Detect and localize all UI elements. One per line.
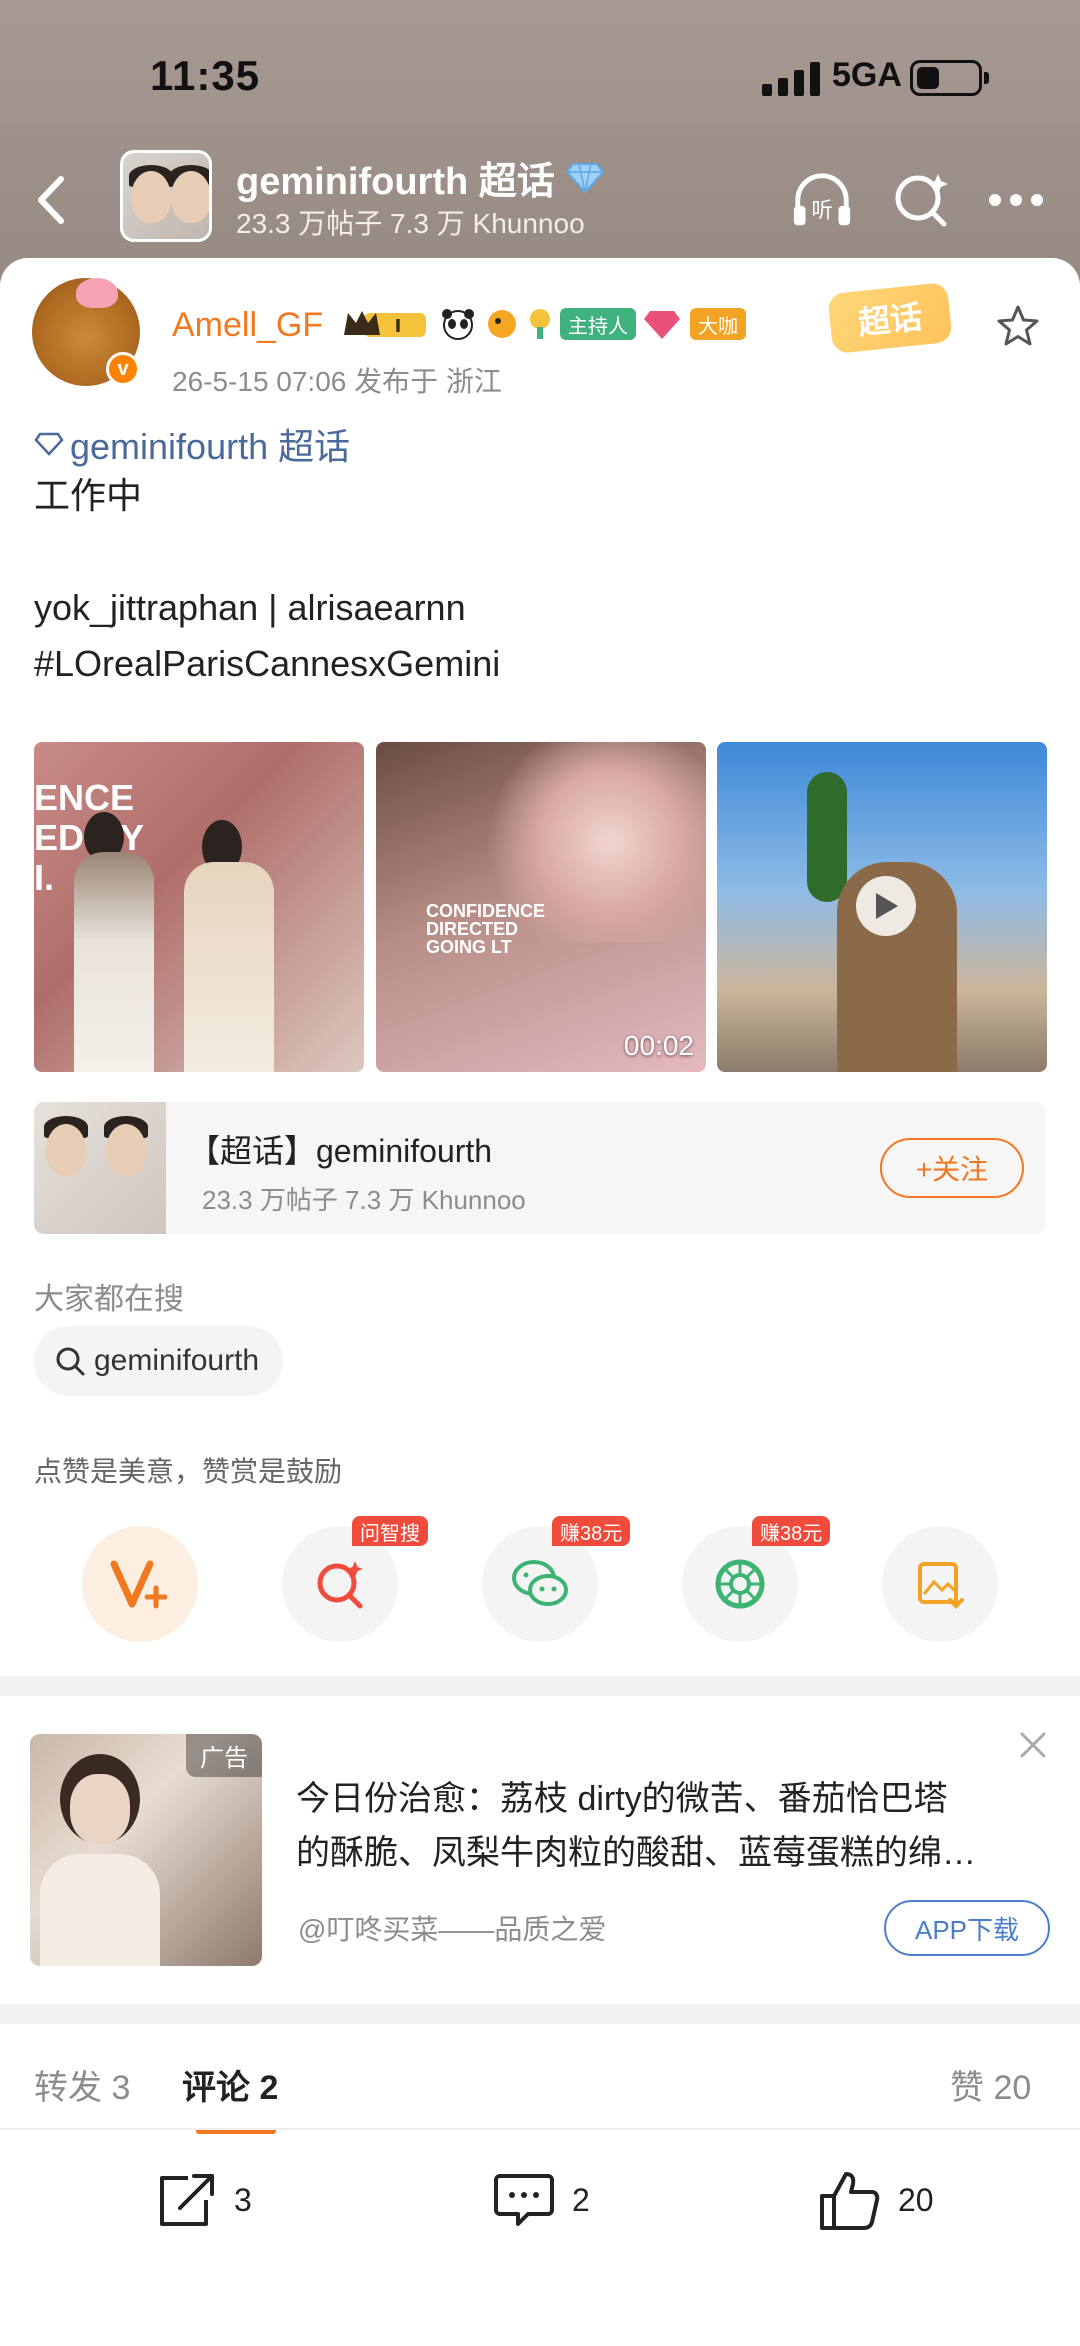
- gem-level-icon: 12: [644, 311, 682, 340]
- save-image-icon: [918, 1562, 964, 1609]
- user-avatar[interactable]: v: [32, 278, 140, 386]
- like-count: 20: [898, 2181, 934, 2218]
- play-button[interactable]: [856, 876, 916, 936]
- fish-icon: [488, 310, 516, 338]
- moments-icon: [715, 1559, 765, 1609]
- status-time: 11:35: [150, 52, 261, 99]
- ai-search-tag: 问智搜: [352, 1516, 428, 1546]
- user-badges: I 主持人 12 大咖: [340, 304, 746, 344]
- search-icon: [56, 1347, 85, 1376]
- topic-card[interactable]: 【超话】geminifourth 23.3 万帖子 7.3 万 Khunnoo …: [34, 1102, 1046, 1234]
- repost-count: 3: [234, 2181, 252, 2218]
- panda-icon: [442, 309, 474, 340]
- wechat-icon: [512, 1560, 568, 1606]
- star-icon: [997, 305, 1039, 346]
- share-action-row: 问智搜 赚38元 赚38元: [0, 1516, 1080, 1646]
- battery-icon: [910, 60, 989, 96]
- topic-title-text: geminifourth 超话: [236, 161, 555, 203]
- host-icon: [530, 309, 550, 339]
- status-bar: 11:35 5GA: [0, 40, 1080, 120]
- ad-label: 广告: [186, 1734, 262, 1777]
- topic-avatar[interactable]: [120, 150, 212, 242]
- moments-reward-tag: 赚38元: [752, 1516, 831, 1546]
- app-download-button[interactable]: APP下载: [884, 1900, 1050, 1956]
- section-divider-2: [0, 2004, 1080, 2024]
- tabs-border: [0, 2128, 1080, 2130]
- follow-button[interactable]: +关注: [880, 1138, 1024, 1198]
- bottom-action-bar: 3 2 20: [0, 2140, 1080, 2260]
- topic-title[interactable]: geminifourth 超话: [236, 150, 605, 205]
- smart-search-button[interactable]: [890, 168, 954, 232]
- back-button[interactable]: [20, 165, 80, 235]
- comment-icon: [494, 2174, 554, 2226]
- reward-button[interactable]: [82, 1526, 198, 1642]
- save-image-button[interactable]: [882, 1526, 998, 1642]
- ad-text-line-1: 今日份治愈：荔枝 dirty的微苦、番茄恰巴塔: [296, 1780, 948, 1818]
- interaction-tabs: 转发 3 评论 2 赞 20: [0, 2024, 1080, 2134]
- listen-button[interactable]: 听: [790, 168, 854, 232]
- play-icon: [876, 893, 898, 919]
- reward-hint: 点赞是美意，赞赏是鼓励: [34, 1456, 343, 1487]
- like-button[interactable]: 20: [818, 2160, 934, 2240]
- more-button[interactable]: [984, 168, 1048, 232]
- favorite-button[interactable]: [996, 304, 1046, 354]
- tab-like[interactable]: 赞 20: [950, 2060, 1031, 2109]
- section-divider: [0, 1676, 1080, 1696]
- post-meta: 26-5-15 07:06 发布于 浙江: [172, 366, 502, 397]
- pig-decoration: [76, 278, 118, 308]
- topic-link[interactable]: geminifourth 超话: [34, 418, 350, 470]
- ad-close-button[interactable]: [1018, 1730, 1054, 1766]
- crown-level-icon: I: [344, 311, 426, 337]
- search-chip-text: geminifourth: [94, 1344, 260, 1377]
- ad-thumbnail[interactable]: 广告: [30, 1734, 262, 1966]
- moments-share-button[interactable]: 赚38元: [682, 1516, 831, 1642]
- thumbs-up-icon: [820, 2172, 880, 2230]
- media-2-overlay: CONFIDENCE DIRECTED GOING LT: [426, 901, 546, 957]
- topic-card-stats: 23.3 万帖子 7.3 万 Khunnoo: [202, 1185, 526, 1215]
- host-badge: 主持人: [560, 308, 636, 340]
- ad-text-line-2: 的酥脆、凤梨牛肉粒的酸甜、蓝莓蛋糕的绵…: [296, 1834, 976, 1872]
- headphones-icon: 听: [793, 173, 851, 226]
- comment-button[interactable]: 2: [492, 2160, 590, 2240]
- topic-stats: 23.3 万帖子 7.3 万 Khunnoo: [236, 208, 585, 239]
- diamond-outline-icon: [34, 432, 64, 456]
- tab-repost[interactable]: 转发 3: [34, 2060, 130, 2109]
- svg-text:听: 听: [811, 198, 832, 223]
- topic-link-text: geminifourth 超话: [70, 426, 351, 467]
- signal-icon: [762, 62, 820, 96]
- svg-text:12: 12: [670, 326, 682, 340]
- wechat-share-button[interactable]: 赚38元: [482, 1516, 631, 1642]
- back-arrow-icon: [38, 176, 64, 224]
- topic-card-thumb: [34, 1102, 166, 1234]
- tab-comment[interactable]: 评论 2: [182, 2060, 278, 2109]
- topbar: geminifourth 超话 23.3 万帖子 7.3 万 Khunnoo 听: [0, 140, 1080, 260]
- verified-icon: v: [106, 352, 140, 386]
- topic-card-title: 【超话】geminifourth: [188, 1133, 493, 1169]
- repost-icon: [160, 2174, 214, 2226]
- vip-badge: 大咖: [690, 308, 746, 340]
- repost-button[interactable]: 3: [154, 2160, 252, 2240]
- search-sparkle-icon: [895, 174, 948, 227]
- trending-search-label: 大家都在搜: [34, 1283, 184, 1316]
- wechat-reward-tag: 赚38元: [552, 1516, 631, 1546]
- post-body: 工作中 yok_jittraphan | alrisaearnn #LOreal…: [34, 475, 501, 684]
- diamond-icon: [565, 162, 605, 193]
- network-label: 5GA: [832, 56, 902, 94]
- svg-text:I: I: [395, 316, 402, 337]
- media-image-1[interactable]: ENCE ED BY I.: [34, 742, 364, 1072]
- ad-text[interactable]: 今日份治愈：荔枝 dirty的微苦、番茄恰巴塔 的酥脆、凤梨牛肉粒的酸甜、蓝莓蛋…: [296, 1772, 1036, 1880]
- search-sparkle-icon: [317, 1561, 363, 1609]
- media-video-1[interactable]: CONFIDENCE DIRECTED GOING LT 00:02: [376, 742, 706, 1072]
- close-icon: [1020, 1732, 1046, 1758]
- v-plus-icon: [110, 1560, 168, 1609]
- comment-count: 2: [572, 2181, 590, 2218]
- username[interactable]: Amell_GF: [172, 306, 323, 345]
- ad-source: @叮咚买菜——品质之爱: [298, 1914, 607, 1945]
- video-duration: 00:02: [623, 1030, 694, 1061]
- more-dots-icon: [989, 194, 1043, 206]
- chaohua-tag[interactable]: 超话: [827, 281, 953, 355]
- media-video-2[interactable]: [717, 742, 1047, 1072]
- ai-search-button[interactable]: 问智搜: [282, 1516, 428, 1642]
- search-chip[interactable]: geminifourth: [34, 1326, 284, 1396]
